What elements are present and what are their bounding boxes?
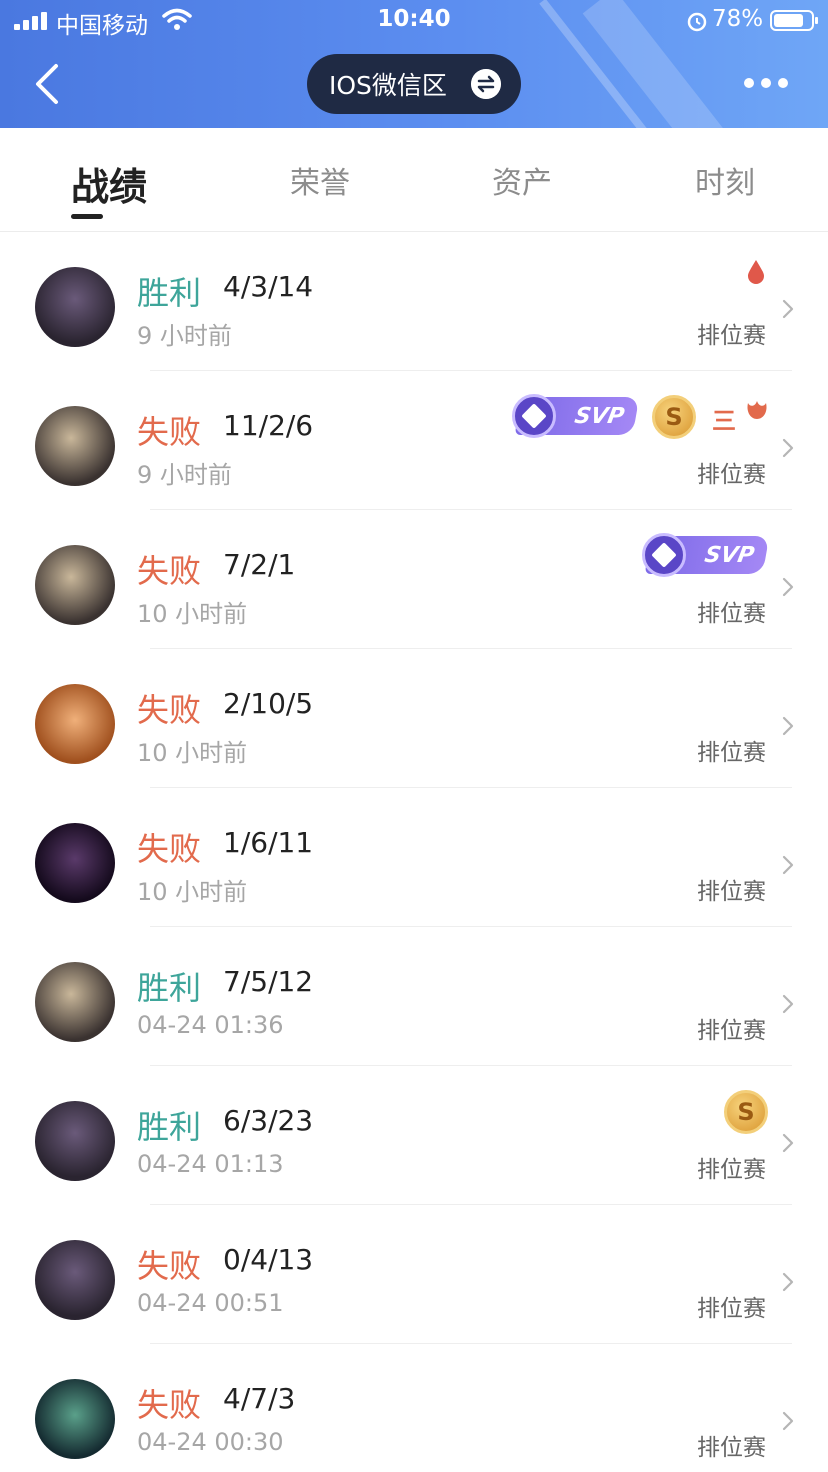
match-time: 9 小时前 — [137, 322, 232, 350]
match-mode: 排位赛 — [697, 323, 766, 349]
chevron-right-icon — [782, 1411, 794, 1431]
chevron-right-icon — [782, 299, 794, 319]
match-result: 胜利 — [137, 969, 202, 1007]
match-time: 10 小时前 — [137, 878, 248, 906]
match-list: 胜利 4/3/14 9 小时前 排位赛 失败 11/2/6 9 小时前 排位赛三 S SVP 失败 7… — [0, 232, 828, 1472]
match-row[interactable]: 失败 0/4/13 04-24 00:51 排位赛 — [0, 1205, 828, 1344]
match-mode: 排位赛 — [697, 879, 766, 905]
hero-avatar — [35, 962, 115, 1042]
first-blood-icon — [748, 260, 764, 284]
svp-label: SVP — [572, 403, 627, 429]
battery-percent: 78% — [712, 6, 764, 32]
svp-label: SVP — [702, 542, 757, 568]
s-rank-badge: S — [652, 395, 696, 439]
match-mode: 排位赛 — [697, 462, 766, 488]
match-row[interactable]: 胜利 6/3/23 04-24 01:13 排位赛 S — [0, 1066, 828, 1205]
match-row[interactable]: 失败 2/10/5 10 小时前 排位赛 — [0, 649, 828, 788]
hero-avatar — [35, 1240, 115, 1320]
match-mode: 排位赛 — [697, 740, 766, 766]
tab-bar: 战绩 荣誉 资产 时刻 — [0, 128, 828, 232]
match-kda: 6/3/23 — [223, 1104, 314, 1137]
server-label: IOS微信区 — [329, 71, 447, 100]
chevron-right-icon — [782, 1272, 794, 1292]
match-kda: 11/2/6 — [223, 409, 314, 442]
match-kda: 0/4/13 — [223, 1243, 314, 1276]
match-row[interactable]: 失败 11/2/6 9 小时前 排位赛 三 S SVP — [0, 371, 828, 510]
match-kda: 7/5/12 — [223, 965, 314, 998]
tab-honor[interactable]: 荣誉 — [290, 158, 350, 202]
tab-assets[interactable]: 资产 — [492, 158, 552, 202]
match-time: 04-24 00:30 — [137, 1428, 284, 1456]
server-switch-button[interactable]: IOS微信区 — [307, 54, 521, 114]
chevron-right-icon — [782, 855, 794, 875]
match-time: 10 小时前 — [137, 739, 248, 767]
hero-avatar — [35, 267, 115, 347]
alarm-icon — [687, 12, 707, 32]
match-kda: 1/6/11 — [223, 826, 314, 859]
match-result: 失败 — [137, 830, 202, 868]
chevron-right-icon — [782, 716, 794, 736]
hero-avatar — [35, 1379, 115, 1459]
battery-icon — [770, 10, 818, 31]
hero-avatar — [35, 823, 115, 903]
tab-moments[interactable]: 时刻 — [695, 158, 755, 202]
svp-badge: SVP — [512, 394, 640, 438]
s-rank-badge: S — [724, 1090, 768, 1134]
chevron-right-icon — [782, 577, 794, 597]
match-kda: 7/2/1 — [223, 548, 296, 581]
match-row[interactable]: 胜利 7/5/12 04-24 01:36 排位赛 — [0, 927, 828, 1066]
match-time: 10 小时前 — [137, 600, 248, 628]
match-row[interactable]: 胜利 4/3/14 9 小时前 排位赛 — [0, 232, 828, 371]
match-mode: 排位赛 — [697, 601, 766, 627]
match-result: 失败 — [137, 691, 202, 729]
main-content: 战绩 荣誉 资产 时刻 胜利 4/3/14 9 小时前 排位赛 失败 11/2/6 9 小时… — [0, 128, 828, 1472]
hero-avatar — [35, 1101, 115, 1181]
match-mode: 排位赛 — [697, 1018, 766, 1044]
match-mode: 排位赛 — [697, 1435, 766, 1461]
hero-avatar — [35, 406, 115, 486]
more-options-icon[interactable] — [742, 76, 790, 92]
match-time: 9 小时前 — [137, 461, 232, 489]
match-kda: 2/10/5 — [223, 687, 314, 720]
hero-avatar — [35, 684, 115, 764]
match-row[interactable]: 失败 1/6/11 10 小时前 排位赛 — [0, 788, 828, 927]
match-result: 失败 — [137, 552, 202, 590]
svp-emblem-icon — [512, 394, 556, 438]
top-header: 中国移动 10:40 78% IOS微信区 — [0, 0, 828, 128]
hero-avatar — [35, 545, 115, 625]
svp-emblem-icon — [642, 533, 686, 577]
match-result: 失败 — [137, 1247, 202, 1285]
match-result: 胜利 — [137, 1108, 202, 1146]
fire-icon — [747, 401, 767, 419]
status-bar: 中国移动 10:40 78% — [0, 0, 828, 44]
match-result: 失败 — [137, 1386, 202, 1424]
swap-icon — [471, 69, 501, 99]
match-time: 04-24 00:51 — [137, 1289, 284, 1317]
match-mode: 排位赛 — [697, 1157, 766, 1183]
back-arrow-icon[interactable] — [28, 60, 68, 108]
svp-badge: SVP — [642, 533, 770, 577]
match-result: 失败 — [137, 413, 202, 451]
match-result: 胜利 — [137, 274, 202, 312]
tab-indicator — [71, 214, 103, 219]
tab-record[interactable]: 战绩 — [71, 156, 147, 211]
chevron-right-icon — [782, 438, 794, 458]
chevron-right-icon — [782, 1133, 794, 1153]
match-mode: 排位赛 — [697, 1296, 766, 1322]
chevron-right-icon — [782, 994, 794, 1014]
match-kda: 4/3/14 — [223, 270, 314, 303]
match-time: 04-24 01:13 — [137, 1150, 284, 1178]
match-kda: 4/7/3 — [223, 1382, 296, 1415]
match-row[interactable]: 失败 4/7/3 04-24 00:30 排位赛 — [0, 1344, 828, 1472]
match-time: 04-24 01:36 — [137, 1011, 284, 1039]
triple-kill-badge: 三 — [712, 407, 736, 435]
match-row[interactable]: 失败 7/2/1 10 小时前 排位赛 SVP — [0, 510, 828, 649]
